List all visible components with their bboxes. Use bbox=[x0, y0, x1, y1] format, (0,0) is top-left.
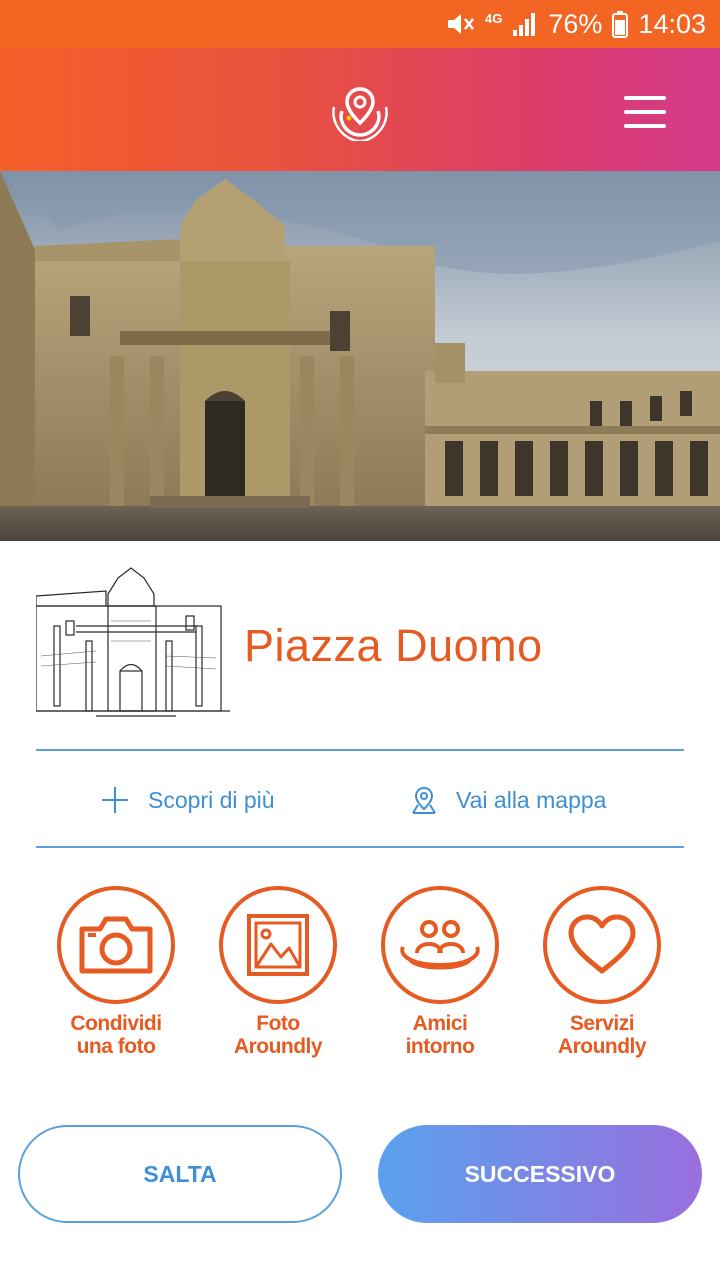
friends-nearby-label: Amici intorno bbox=[405, 1012, 475, 1058]
mute-icon bbox=[448, 14, 475, 34]
divider-bottom bbox=[36, 846, 684, 848]
image-icon bbox=[219, 886, 337, 1004]
aroundly-photos-action[interactable]: Foto Aroundly bbox=[208, 886, 348, 1058]
go-to-map-link[interactable]: Vai alla mappa bbox=[410, 770, 606, 830]
share-photo-label: Condividi una foto bbox=[70, 1012, 162, 1058]
plus-icon bbox=[102, 787, 128, 813]
hamburger-menu-icon[interactable] bbox=[622, 94, 670, 130]
map-pin-icon bbox=[412, 786, 436, 814]
battery-icon bbox=[612, 11, 629, 38]
share-photo-action[interactable]: Condividi una foto bbox=[46, 886, 186, 1058]
signal-icon bbox=[513, 13, 536, 36]
place-sketch-thumbnail bbox=[36, 566, 230, 726]
divider-top bbox=[36, 749, 684, 751]
aroundly-services-action[interactable]: Servizi Aroundly bbox=[532, 886, 672, 1058]
battery-percent: 76% bbox=[548, 8, 603, 39]
discover-more-link[interactable]: Scopri di più bbox=[100, 770, 275, 830]
place-title: Piazza Duomo bbox=[244, 620, 543, 671]
hero-photo-cathedral bbox=[0, 171, 720, 541]
heart-icon bbox=[543, 886, 661, 1004]
aroundly-photos-label: Foto Aroundly bbox=[233, 1012, 323, 1058]
skip-button[interactable]: SALTA bbox=[18, 1125, 342, 1223]
camera-icon bbox=[57, 886, 175, 1004]
status-bar: 4G 76% 14:03 bbox=[0, 0, 720, 48]
clock: 14:03 bbox=[638, 8, 706, 39]
friends-icon bbox=[381, 886, 499, 1004]
aroundly-logo[interactable] bbox=[330, 81, 390, 141]
go-to-map-label: Vai alla mappa bbox=[456, 786, 607, 813]
app-header bbox=[0, 48, 720, 171]
aroundly-services-label: Servizi Aroundly bbox=[557, 1012, 647, 1058]
next-button[interactable]: SUCCESSIVO bbox=[378, 1125, 702, 1223]
network-4g-icon: 4G bbox=[485, 10, 503, 26]
discover-more-label: Scopri di più bbox=[148, 786, 275, 813]
friends-nearby-action[interactable]: Amici intorno bbox=[370, 886, 510, 1058]
